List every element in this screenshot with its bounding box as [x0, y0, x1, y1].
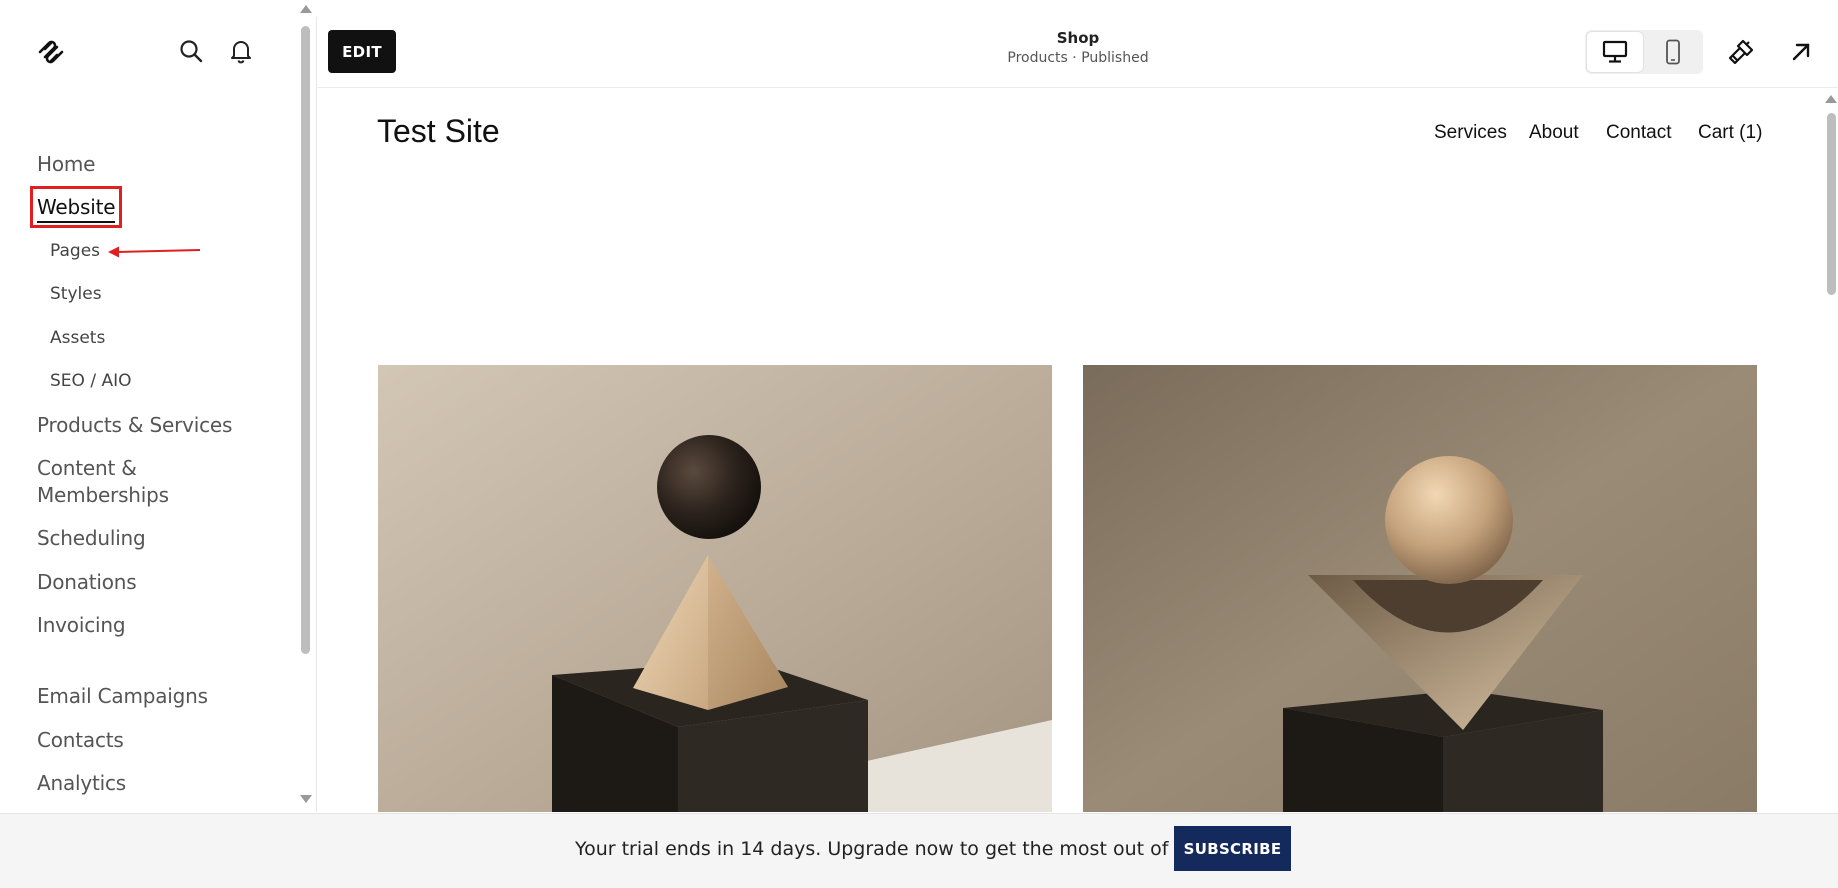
desktop-view-button[interactable] — [1587, 32, 1643, 72]
trial-banner: Your trial ends in 14 days. Upgrade now … — [0, 813, 1838, 888]
editor-topbar: EDIT Shop Products · Published — [317, 17, 1838, 88]
sidebar: Home Website Pages Styles Assets SEO / A… — [0, 0, 298, 812]
sidebar-item-home[interactable]: Home — [37, 152, 95, 176]
scroll-down-icon[interactable] — [300, 795, 312, 803]
annotation-arrow-icon — [108, 246, 201, 258]
bell-icon[interactable] — [228, 38, 254, 64]
scrollbar-thumb[interactable] — [1827, 113, 1836, 295]
sidebar-item-content-memberships[interactable]: Content & — [37, 456, 137, 480]
preview-scrollbar[interactable] — [1823, 88, 1838, 812]
desktop-icon — [1602, 40, 1628, 63]
sphere-curved-holder-sculpture-image — [1083, 365, 1757, 812]
sidebar-item-email-campaigns[interactable]: Email Campaigns — [37, 684, 208, 708]
site-nav-contact[interactable]: Contact — [1606, 122, 1671, 144]
paintbrush-icon[interactable] — [1726, 37, 1756, 67]
sidebar-subitem-styles[interactable]: Styles — [50, 284, 102, 304]
mobile-view-button[interactable] — [1645, 32, 1701, 72]
subscribe-button[interactable]: SUBSCRIBE — [1174, 826, 1291, 871]
site-content: Test Site Services About Contact Cart (1… — [317, 88, 1823, 812]
scroll-up-icon[interactable] — [1825, 95, 1837, 103]
sidebar-subitem-seo[interactable]: SEO / AIO — [50, 371, 131, 391]
site-nav-services[interactable]: Services — [1434, 122, 1507, 144]
product-image[interactable] — [1083, 365, 1757, 812]
sidebar-subitem-pages[interactable]: Pages — [50, 241, 100, 261]
sphere-pyramid-sculpture-image — [378, 365, 1052, 812]
scrollbar-thumb[interactable] — [301, 26, 310, 654]
scroll-up-icon[interactable] — [300, 5, 312, 13]
site-preview-frame: EDIT Shop Products · Published Test Site… — [316, 17, 1838, 812]
arrow-up-right-icon[interactable] — [1786, 37, 1816, 67]
sidebar-item-products-services[interactable]: Products & Services — [37, 413, 232, 437]
trial-message: Your trial ends in 14 days. Upgrade now … — [575, 838, 1264, 860]
sidebar-scrollbar[interactable] — [299, 0, 313, 812]
squarespace-logo-icon[interactable] — [36, 38, 66, 66]
site-title[interactable]: Test Site — [377, 113, 500, 150]
sidebar-item-analytics[interactable]: Analytics — [37, 771, 126, 795]
product-image[interactable] — [378, 365, 1052, 812]
sidebar-item-invoicing[interactable]: Invoicing — [37, 613, 126, 637]
sidebar-item-scheduling[interactable]: Scheduling — [37, 526, 146, 550]
site-nav-cart[interactable]: Cart (1) — [1698, 122, 1762, 144]
annotation-highlight-box — [30, 186, 122, 228]
search-icon[interactable] — [178, 38, 204, 64]
sidebar-item-contacts[interactable]: Contacts — [37, 728, 124, 752]
sidebar-subitem-assets[interactable]: Assets — [50, 328, 105, 348]
site-nav-about[interactable]: About — [1529, 122, 1579, 144]
device-toggle — [1585, 30, 1703, 74]
sidebar-item-donations[interactable]: Donations — [37, 570, 137, 594]
sidebar-item-content-memberships-line2[interactable]: Memberships — [37, 483, 169, 507]
mobile-icon — [1666, 39, 1680, 65]
